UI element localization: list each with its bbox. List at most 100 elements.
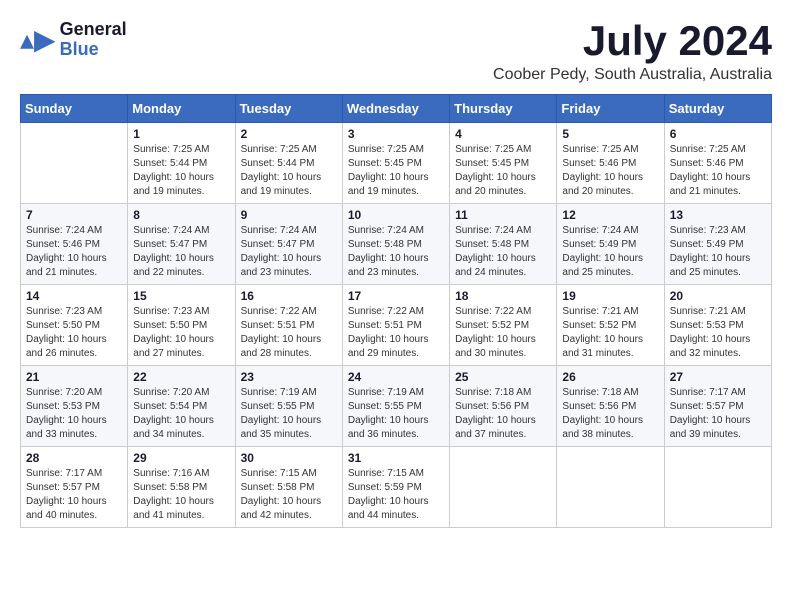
title-section: July 2024 Coober Pedy, South Australia, …	[493, 20, 772, 84]
day-number: 27	[670, 370, 766, 384]
day-info: Sunrise: 7:17 AMSunset: 5:57 PMDaylight:…	[670, 387, 751, 440]
day-number: 28	[26, 451, 122, 465]
table-row: 10 Sunrise: 7:24 AMSunset: 5:48 PMDaylig…	[342, 204, 449, 285]
day-info: Sunrise: 7:24 AMSunset: 5:49 PMDaylight:…	[562, 225, 643, 278]
header-friday: Friday	[557, 95, 664, 123]
table-row	[557, 447, 664, 528]
logo-text: General Blue	[60, 20, 127, 60]
table-row: 5 Sunrise: 7:25 AMSunset: 5:46 PMDayligh…	[557, 123, 664, 204]
table-row: 8 Sunrise: 7:24 AMSunset: 5:47 PMDayligh…	[128, 204, 235, 285]
day-info: Sunrise: 7:22 AMSunset: 5:51 PMDaylight:…	[241, 306, 322, 359]
table-row: 11 Sunrise: 7:24 AMSunset: 5:48 PMDaylig…	[450, 204, 557, 285]
day-number: 21	[26, 370, 122, 384]
table-row: 14 Sunrise: 7:23 AMSunset: 5:50 PMDaylig…	[21, 285, 128, 366]
day-info: Sunrise: 7:25 AMSunset: 5:46 PMDaylight:…	[670, 144, 751, 197]
day-info: Sunrise: 7:25 AMSunset: 5:44 PMDaylight:…	[241, 144, 322, 197]
day-number: 17	[348, 289, 444, 303]
day-info: Sunrise: 7:24 AMSunset: 5:47 PMDaylight:…	[133, 225, 214, 278]
table-row: 23 Sunrise: 7:19 AMSunset: 5:55 PMDaylig…	[235, 366, 342, 447]
day-number: 20	[670, 289, 766, 303]
calendar-week-row: 1 Sunrise: 7:25 AMSunset: 5:44 PMDayligh…	[21, 123, 772, 204]
day-number: 22	[133, 370, 229, 384]
header-monday: Monday	[128, 95, 235, 123]
day-number: 23	[241, 370, 337, 384]
table-row	[21, 123, 128, 204]
day-info: Sunrise: 7:18 AMSunset: 5:56 PMDaylight:…	[455, 387, 536, 440]
table-row: 27 Sunrise: 7:17 AMSunset: 5:57 PMDaylig…	[664, 366, 771, 447]
day-info: Sunrise: 7:20 AMSunset: 5:53 PMDaylight:…	[26, 387, 107, 440]
table-row	[450, 447, 557, 528]
day-number: 13	[670, 208, 766, 222]
calendar-table: Sunday Monday Tuesday Wednesday Thursday…	[20, 94, 772, 528]
day-number: 5	[562, 127, 658, 141]
day-number: 24	[348, 370, 444, 384]
day-number: 10	[348, 208, 444, 222]
table-row: 24 Sunrise: 7:19 AMSunset: 5:55 PMDaylig…	[342, 366, 449, 447]
day-info: Sunrise: 7:23 AMSunset: 5:49 PMDaylight:…	[670, 225, 751, 278]
day-info: Sunrise: 7:25 AMSunset: 5:45 PMDaylight:…	[455, 144, 536, 197]
month-title: July 2024	[493, 20, 772, 62]
table-row: 12 Sunrise: 7:24 AMSunset: 5:49 PMDaylig…	[557, 204, 664, 285]
day-info: Sunrise: 7:25 AMSunset: 5:45 PMDaylight:…	[348, 144, 429, 197]
table-row: 9 Sunrise: 7:24 AMSunset: 5:47 PMDayligh…	[235, 204, 342, 285]
day-number: 7	[26, 208, 122, 222]
calendar-week-row: 7 Sunrise: 7:24 AMSunset: 5:46 PMDayligh…	[21, 204, 772, 285]
day-info: Sunrise: 7:24 AMSunset: 5:48 PMDaylight:…	[348, 225, 429, 278]
day-number: 19	[562, 289, 658, 303]
table-row: 15 Sunrise: 7:23 AMSunset: 5:50 PMDaylig…	[128, 285, 235, 366]
table-row: 17 Sunrise: 7:22 AMSunset: 5:51 PMDaylig…	[342, 285, 449, 366]
page-header: ▴▶ General Blue July 2024 Coober Pedy, S…	[20, 20, 772, 84]
calendar-week-row: 14 Sunrise: 7:23 AMSunset: 5:50 PMDaylig…	[21, 285, 772, 366]
calendar-week-row: 21 Sunrise: 7:20 AMSunset: 5:53 PMDaylig…	[21, 366, 772, 447]
day-info: Sunrise: 7:19 AMSunset: 5:55 PMDaylight:…	[241, 387, 322, 440]
day-info: Sunrise: 7:22 AMSunset: 5:52 PMDaylight:…	[455, 306, 536, 359]
day-number: 15	[133, 289, 229, 303]
day-info: Sunrise: 7:25 AMSunset: 5:44 PMDaylight:…	[133, 144, 214, 197]
day-info: Sunrise: 7:23 AMSunset: 5:50 PMDaylight:…	[133, 306, 214, 359]
table-row: 28 Sunrise: 7:17 AMSunset: 5:57 PMDaylig…	[21, 447, 128, 528]
calendar-header-row: Sunday Monday Tuesday Wednesday Thursday…	[21, 95, 772, 123]
table-row: 4 Sunrise: 7:25 AMSunset: 5:45 PMDayligh…	[450, 123, 557, 204]
table-row	[664, 447, 771, 528]
logo-icon: ▴▶	[20, 23, 56, 56]
day-number: 29	[133, 451, 229, 465]
table-row: 31 Sunrise: 7:15 AMSunset: 5:59 PMDaylig…	[342, 447, 449, 528]
day-info: Sunrise: 7:22 AMSunset: 5:51 PMDaylight:…	[348, 306, 429, 359]
table-row: 25 Sunrise: 7:18 AMSunset: 5:56 PMDaylig…	[450, 366, 557, 447]
table-row: 7 Sunrise: 7:24 AMSunset: 5:46 PMDayligh…	[21, 204, 128, 285]
day-info: Sunrise: 7:24 AMSunset: 5:47 PMDaylight:…	[241, 225, 322, 278]
day-info: Sunrise: 7:20 AMSunset: 5:54 PMDaylight:…	[133, 387, 214, 440]
day-number: 2	[241, 127, 337, 141]
day-info: Sunrise: 7:21 AMSunset: 5:53 PMDaylight:…	[670, 306, 751, 359]
calendar-week-row: 28 Sunrise: 7:17 AMSunset: 5:57 PMDaylig…	[21, 447, 772, 528]
day-number: 31	[348, 451, 444, 465]
day-number: 14	[26, 289, 122, 303]
day-info: Sunrise: 7:19 AMSunset: 5:55 PMDaylight:…	[348, 387, 429, 440]
day-info: Sunrise: 7:16 AMSunset: 5:58 PMDaylight:…	[133, 468, 214, 521]
logo: ▴▶ General Blue	[20, 20, 127, 60]
table-row: 20 Sunrise: 7:21 AMSunset: 5:53 PMDaylig…	[664, 285, 771, 366]
day-number: 26	[562, 370, 658, 384]
day-info: Sunrise: 7:15 AMSunset: 5:58 PMDaylight:…	[241, 468, 322, 521]
day-number: 12	[562, 208, 658, 222]
table-row: 19 Sunrise: 7:21 AMSunset: 5:52 PMDaylig…	[557, 285, 664, 366]
day-number: 9	[241, 208, 337, 222]
location-title: Coober Pedy, South Australia, Australia	[493, 66, 772, 84]
table-row: 16 Sunrise: 7:22 AMSunset: 5:51 PMDaylig…	[235, 285, 342, 366]
day-info: Sunrise: 7:23 AMSunset: 5:50 PMDaylight:…	[26, 306, 107, 359]
day-info: Sunrise: 7:15 AMSunset: 5:59 PMDaylight:…	[348, 468, 429, 521]
day-number: 25	[455, 370, 551, 384]
day-info: Sunrise: 7:24 AMSunset: 5:46 PMDaylight:…	[26, 225, 107, 278]
day-number: 16	[241, 289, 337, 303]
table-row: 21 Sunrise: 7:20 AMSunset: 5:53 PMDaylig…	[21, 366, 128, 447]
table-row: 30 Sunrise: 7:15 AMSunset: 5:58 PMDaylig…	[235, 447, 342, 528]
table-row: 3 Sunrise: 7:25 AMSunset: 5:45 PMDayligh…	[342, 123, 449, 204]
day-number: 4	[455, 127, 551, 141]
logo-blue: Blue	[60, 40, 127, 60]
table-row: 18 Sunrise: 7:22 AMSunset: 5:52 PMDaylig…	[450, 285, 557, 366]
table-row: 2 Sunrise: 7:25 AMSunset: 5:44 PMDayligh…	[235, 123, 342, 204]
table-row: 26 Sunrise: 7:18 AMSunset: 5:56 PMDaylig…	[557, 366, 664, 447]
day-number: 30	[241, 451, 337, 465]
day-info: Sunrise: 7:21 AMSunset: 5:52 PMDaylight:…	[562, 306, 643, 359]
header-thursday: Thursday	[450, 95, 557, 123]
